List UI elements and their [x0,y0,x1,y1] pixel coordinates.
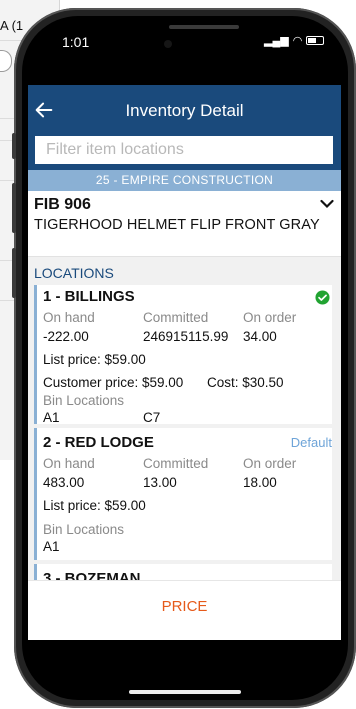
bin-location: A1 [43,410,60,425]
signal-icon: ▂▄▆ [264,35,289,47]
locations-heading: LOCATIONS [34,265,114,281]
on-hand-value: -222.00 [43,329,89,344]
check-circle-icon [315,290,330,305]
camera-sensor [164,40,172,48]
price-button[interactable]: PRICE [28,598,341,615]
list-price: List price: $59.00 [43,352,146,367]
status-icons: ▂▄▆ ◠ [264,34,325,47]
cost: Cost: $30.50 [207,375,284,390]
app-header: Inventory Detail [28,85,341,170]
battery-icon [306,36,325,45]
background-control [0,50,12,72]
bin-location: A1 [43,539,60,554]
default-link[interactable]: Default [291,435,332,450]
on-order-label: On order [243,456,297,471]
location-card-red-lodge[interactable]: 2 - RED LODGE Default On hand Committed … [34,428,332,560]
speaker-grille [169,25,239,29]
footer-bar: PRICE [28,580,341,640]
wifi-icon: ◠ [292,35,303,47]
status-time: 1:01 [62,34,90,50]
committed-value: 13.00 [143,475,177,490]
customer-bar: 25 - EMPIRE CONSTRUCTION [28,170,341,191]
app-screen: Inventory Detail 25 - EMPIRE CONSTRUCTIO… [28,85,341,640]
location-name: 2 - RED LODGE [43,434,154,451]
on-hand-value: 483.00 [43,475,85,490]
on-order-value: 18.00 [243,475,277,490]
bin-location: C7 [143,410,161,425]
chevron-down-icon[interactable] [320,199,334,209]
item-code: FIB 906 [34,196,91,213]
item-description: TIGERHOOD HELMET FLIP FRONT GRAY [34,217,320,233]
volume-up-button [12,183,16,233]
location-name: 1 - BILLINGS [43,288,135,305]
item-header[interactable]: FIB 906 TIGERHOOD HELMET FLIP FRONT GRAY [28,191,341,257]
location-card-billings[interactable]: 1 - BILLINGS On hand Committed On order … [34,285,332,425]
committed-label: Committed [143,456,209,471]
committed-label: Committed [143,310,209,325]
filter-locations-input[interactable] [35,136,333,164]
on-hand-label: On hand [43,310,95,325]
mute-switch [12,133,16,159]
committed-value: 246915115.99 [143,329,229,344]
background-window-title: A (1 [0,18,24,33]
home-indicator[interactable] [129,690,241,694]
on-order-label: On order [243,310,297,325]
on-order-value: 34.00 [243,329,277,344]
bin-locations-label: Bin Locations [43,522,125,537]
volume-down-button [12,248,16,298]
page-title: Inventory Detail [125,101,244,120]
customer-price: Customer price: $59.00 [43,375,184,390]
list-price: List price: $59.00 [43,498,146,513]
bin-locations-label: Bin Locations [43,393,125,408]
on-hand-label: On hand [43,456,95,471]
